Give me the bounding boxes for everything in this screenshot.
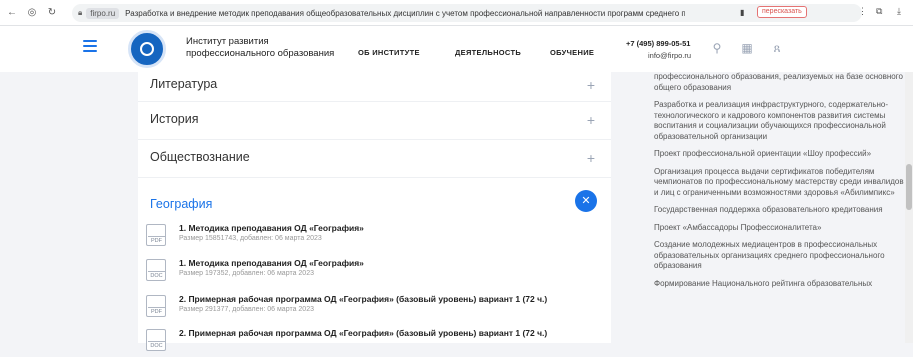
tabs-icon[interactable]: ⧉ [876, 6, 882, 17]
doc-file-icon: DOC [146, 329, 166, 351]
document-meta: Размер 197352, добавлен: 06 марта 2023 [179, 270, 314, 277]
document-title[interactable]: 1. Методика преподавания ОД «География» [179, 258, 364, 268]
download-icon[interactable]: ⤓ [897, 6, 901, 17]
sidebar-link[interactable]: Организация процесса выдачи сертификатов… [654, 167, 908, 199]
document-meta: Размер 15851743, добавлен: 06 марта 2023 [179, 235, 322, 242]
accordion-item-social-studies[interactable]: Обществознание + [138, 140, 611, 178]
search-icon[interactable]: ⚲ [708, 39, 726, 57]
scrollbar-thumb[interactable] [906, 164, 912, 210]
back-icon[interactable]: ← [4, 7, 20, 18]
site-header: Институт развития профессионального обра… [0, 26, 913, 72]
reload-icon[interactable]: ↻ [44, 7, 60, 18]
url-domain: firpo.ru [86, 7, 120, 19]
sidebar-link[interactable]: Проект профессиональной ориентации «Шоу … [654, 149, 908, 160]
email-link[interactable]: info@firpo.ru [648, 51, 691, 60]
document-title[interactable]: 2. Примерная рабочая программа ОД «Геогр… [179, 294, 547, 304]
doc-file-icon: DOC [146, 259, 166, 281]
close-icon[interactable]: ✕ [575, 190, 597, 212]
org-name[interactable]: Институт развития профессионального обра… [186, 36, 334, 60]
accordion-item-history[interactable]: История + [138, 102, 611, 140]
subjects-accordion: Литература + История + Обществознание + … [138, 72, 611, 351]
org-name-line1: Институт развития [186, 36, 269, 47]
accessibility-icon[interactable]: ▦ [738, 39, 756, 57]
nav-about[interactable]: ОБ ИНСТИТУТЕ [358, 48, 420, 57]
lock-icon: 🔒︎ [78, 8, 83, 17]
document-title[interactable]: 2. Примерная рабочая программа ОД «Геогр… [179, 328, 547, 338]
org-name-line2: профессионального образования [186, 48, 335, 59]
sidebar-link[interactable]: Разработка и реализация инфраструктурног… [654, 100, 908, 142]
document-title[interactable]: 1. Методика преподавания ОД «География» [179, 223, 364, 233]
activity-sidebar: профессионального образования, реализуем… [654, 72, 908, 343]
page-scrollbar[interactable] [905, 72, 913, 343]
plus-icon[interactable]: + [581, 110, 601, 130]
plus-icon[interactable]: + [581, 148, 601, 168]
accordion-title: Обществознание [150, 150, 250, 164]
sidebar-link[interactable]: профессионального образования, реализуем… [654, 72, 908, 93]
plus-icon[interactable]: + [581, 75, 601, 95]
bookmark-icon[interactable]: ▮ [740, 8, 744, 17]
extension-icon[interactable]: ◎ [24, 7, 40, 18]
accordion-item-literature[interactable]: Литература + [138, 72, 611, 102]
menu-dots-icon[interactable]: ⋮ [858, 6, 867, 17]
phone-number[interactable]: +7 (495) 899-05-51 [626, 39, 690, 48]
sidebar-link[interactable]: Формирование Национального рейтинга обра… [654, 279, 908, 290]
nav-education[interactable]: ОБУЧЕНИЕ [550, 48, 594, 57]
hamburger-menu-icon[interactable] [83, 40, 97, 52]
user-icon[interactable]: ጸ [768, 39, 786, 57]
accordion-title: История [150, 112, 199, 126]
pdf-file-icon: PDF [146, 224, 166, 246]
accordion-title-geography[interactable]: География [150, 197, 212, 211]
page-title-in-url: Разработка и внедрение методик преподава… [125, 8, 686, 18]
document-meta: Размер 291377, добавлен: 06 марта 2023 [179, 306, 314, 313]
retell-button[interactable]: пересказать [757, 6, 807, 18]
institute-logo[interactable] [128, 30, 166, 68]
pdf-file-icon: PDF [146, 295, 166, 317]
nav-activity[interactable]: ДЕЯТЕЛЬНОСТЬ [455, 48, 521, 57]
accordion-title: Литература [150, 77, 218, 91]
sidebar-link[interactable]: Государственная поддержка образовательно… [654, 205, 908, 216]
sidebar-link[interactable]: Проект «Амбассадоры Профессионалитета» [654, 223, 908, 234]
sidebar-link[interactable]: Создание молодежных медиацентров в профе… [654, 240, 908, 272]
browser-toolbar: ← ◎ ↻ 🔒︎ firpo.ru Разработка и внедрение… [0, 0, 913, 26]
